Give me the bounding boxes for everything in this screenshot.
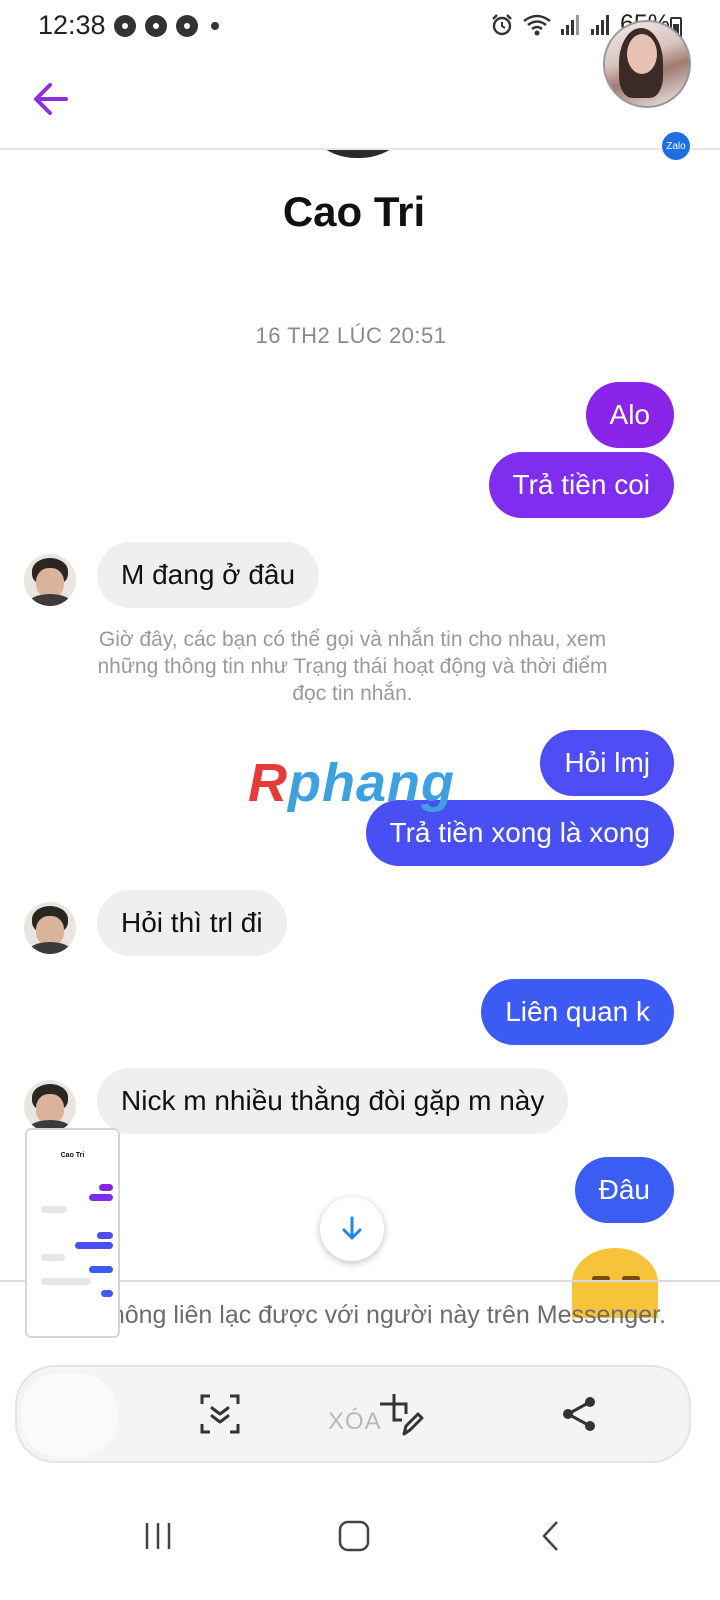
contact-avatar[interactable] [24, 554, 76, 606]
chrome-icon [176, 15, 198, 37]
thumbnail-title: Cao Tri [60, 1152, 85, 1159]
back-icon [542, 1521, 558, 1551]
recents-icon [145, 1523, 171, 1549]
message-bubble-out[interactable]: Liên quan k [481, 979, 674, 1045]
signal-icon [560, 14, 579, 35]
thumbnail-bubble [75, 1242, 113, 1249]
screenshot-thumbnail[interactable]: Cao Tri [25, 1128, 120, 1338]
thumbnail-bubble [89, 1194, 113, 1201]
contact-avatar[interactable] [24, 902, 76, 954]
arrow-left-icon [34, 83, 68, 115]
delete-button[interactable]: XÓA [328, 1408, 382, 1436]
avatar-body [28, 594, 72, 606]
system-navbar [0, 1480, 720, 1600]
thumbnail-bubble [41, 1206, 67, 1213]
scroll-capture-button[interactable] [195, 1389, 245, 1439]
share-icon [563, 1397, 595, 1431]
zalo-badge: Zalo [660, 130, 692, 162]
dot-icon [211, 22, 219, 30]
watermark-logo: Rphang [248, 752, 455, 814]
alarm-icon [492, 13, 512, 35]
avatar-body [28, 942, 72, 954]
thumbnail-bubble [41, 1254, 65, 1261]
profile-name: Cao Tri [282, 188, 426, 235]
chrome-icon [114, 15, 136, 37]
message-bubble-out[interactable]: Hỏi lmj [540, 730, 674, 796]
avatar-face [627, 34, 657, 74]
arrow-down-icon [342, 1216, 362, 1240]
thumbnail-bubble [89, 1266, 113, 1273]
home-button[interactable] [324, 1506, 384, 1566]
thumbnail-bubble [99, 1184, 113, 1191]
watermark-first: R [248, 753, 288, 813]
signal-icon [590, 14, 609, 35]
chrome-icon [145, 15, 167, 37]
scroll-to-bottom-button[interactable] [320, 1197, 384, 1261]
message-bubble-in[interactable]: Nick m nhiều thằng đòi gặp m này [97, 1068, 569, 1134]
thumbnail-bubble [41, 1278, 91, 1285]
status-time: 12:38 [38, 10, 106, 40]
share-button[interactable] [555, 1389, 605, 1439]
chat-head-avatar[interactable] [603, 20, 691, 108]
back-nav-button[interactable] [522, 1506, 582, 1566]
thumbnail-bubble [101, 1290, 113, 1297]
screen: 12:38 Zalo Cao Tri 16 TH2 LÚC 20:51 Alo … [0, 0, 720, 1600]
thumbnail-bubble [97, 1232, 113, 1239]
conversation-timestamp: 16 TH2 LÚC 20:51 [255, 323, 447, 348]
message-bubble-out[interactable]: Đâu [574, 1157, 674, 1223]
recents-button[interactable] [128, 1506, 188, 1566]
crop-edit-button[interactable] [375, 1389, 425, 1439]
message-bubble-out[interactable]: Trả tiền coi [488, 452, 674, 518]
message-bubble-in[interactable]: M đang ở đâu [97, 542, 320, 608]
message-bubble-in[interactable]: Hỏi thì trl đi [97, 890, 287, 956]
crop-edit-icon [380, 1394, 424, 1436]
system-note: Giờ đây, các bạn có thể gọi và nhắn tin … [97, 628, 608, 705]
back-button[interactable] [28, 74, 78, 124]
notification-icons [114, 15, 219, 37]
toolbar-preview[interactable] [21, 1373, 117, 1457]
watermark-rest: phang [288, 753, 455, 813]
home-icon [338, 1520, 370, 1552]
wifi-icon [523, 14, 551, 35]
message-bubble-out[interactable]: Alo [585, 382, 674, 448]
scroll-capture-icon [200, 1394, 240, 1434]
contact-avatar[interactable] [24, 1080, 76, 1132]
